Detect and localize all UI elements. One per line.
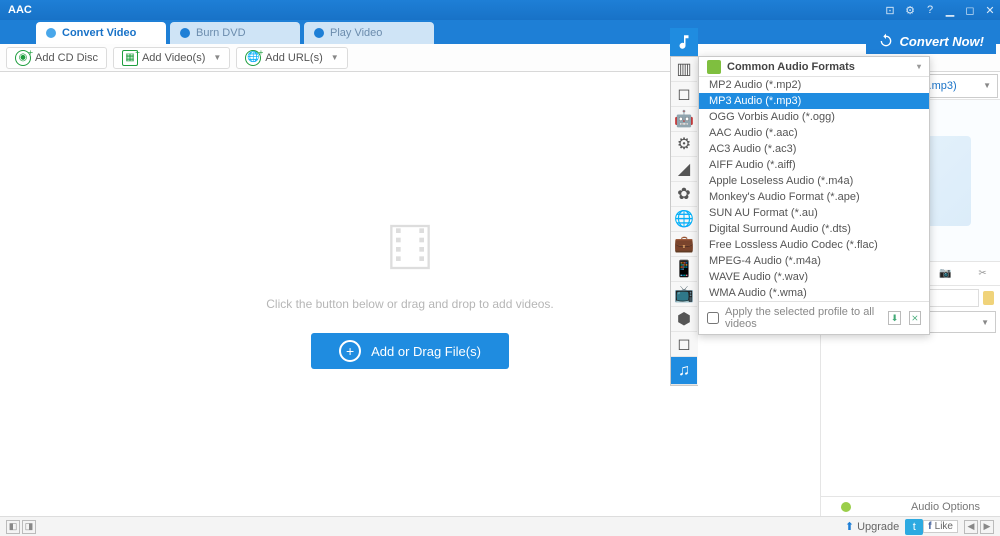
android2-icon[interactable]: ⚙ <box>671 132 697 157</box>
folder-icon[interactable] <box>983 291 994 305</box>
chevron-down-icon: ▼ <box>983 81 991 90</box>
facebook-like-button[interactable]: f Like <box>923 520 958 533</box>
label: Audio Options <box>911 501 980 513</box>
tab-label: Play Video <box>330 27 382 39</box>
app-title: AAC <box>0 4 40 16</box>
profile-panel: Common Audio Formats ▾ MP2 Audio (*.mp2)… <box>698 56 930 335</box>
globe-icon: 🌐+ <box>245 50 261 66</box>
globe-icon[interactable]: 🌐 <box>671 207 697 232</box>
profile-item[interactable]: Monkey's Audio Format (*.ape) <box>699 189 929 205</box>
gear-icon[interactable]: ⚙ <box>901 1 919 19</box>
nav-next-icon[interactable]: ▶ <box>980 520 994 534</box>
blank-icon[interactable]: ◻ <box>671 332 697 357</box>
layout-left-icon[interactable]: ◧ <box>6 520 20 534</box>
help-icon[interactable]: ? <box>921 1 939 19</box>
label: Common Audio Formats <box>727 61 855 73</box>
layout-right-icon[interactable]: ◨ <box>22 520 36 534</box>
nav-prev-icon[interactable]: ◀ <box>964 520 978 534</box>
profile-item[interactable]: Apple Loseless Audio (*.m4a) <box>699 173 929 189</box>
maximize-icon[interactable]: ◻ <box>961 1 979 19</box>
flower-icon[interactable]: ✿ <box>671 182 697 207</box>
chevron-down-icon: ▼ <box>331 53 339 62</box>
twitter-button[interactable]: t <box>905 519 923 535</box>
chevron-down-icon: ▼ <box>213 53 221 62</box>
label: Like <box>935 521 953 532</box>
apple-icon[interactable]: ◻ <box>671 82 697 107</box>
film-placeholder-icon <box>382 219 438 275</box>
add-cd-button[interactable]: ◉+ Add CD Disc <box>6 47 107 69</box>
apply-all-checkbox[interactable] <box>707 312 719 324</box>
btn-label: Add CD Disc <box>35 52 98 64</box>
film-icon: ▦+ <box>122 50 138 66</box>
tab-label: Burn DVD <box>196 27 246 39</box>
profile-item[interactable]: MPEG-4 Audio (*.m4a) <box>699 253 929 269</box>
profile-item[interactable]: WAVE Audio (*.wav) <box>699 269 929 285</box>
refresh-icon <box>878 33 894 49</box>
save-profile-icon[interactable]: ⬇ <box>888 311 900 325</box>
delete-profile-icon[interactable]: ⨯ <box>909 311 921 325</box>
tv-icon[interactable]: 📺 <box>671 282 697 307</box>
profile-item[interactable]: Digital Surround Audio (*.dts) <box>699 221 929 237</box>
profile-item[interactable]: WMA Audio (*.wma) <box>699 285 929 301</box>
facebook-icon: f <box>928 521 931 532</box>
profile-item[interactable]: MP2 Audio (*.mp2) <box>699 77 929 93</box>
profile-item[interactable]: SUN AU Format (*.au) <box>699 205 929 221</box>
tab-play-video[interactable]: Play Video <box>304 22 434 44</box>
profile-item[interactable]: AC3 Audio (*.ac3) <box>699 141 929 157</box>
chevron-down-icon: ▾ <box>917 62 921 71</box>
convert-button[interactable]: Convert Now! <box>866 28 997 54</box>
tab-convert-video[interactable]: Convert Video <box>36 22 166 44</box>
tab-label: Convert Video <box>62 27 136 39</box>
add-file-button[interactable]: + Add or Drag File(s) <box>311 333 509 369</box>
playstation-icon[interactable]: ◢ <box>671 157 697 182</box>
music-icon[interactable]: ♫ <box>671 357 697 385</box>
chart-icon[interactable]: ▥ <box>671 57 697 82</box>
profile-item[interactable]: AIFF Audio (*.aiff) <box>699 157 929 173</box>
tab-dot-icon <box>180 28 190 38</box>
plus-icon: + <box>339 340 361 362</box>
minimize-icon[interactable]: ▁ <box>941 1 959 19</box>
profile-launcher-button[interactable] <box>670 28 698 56</box>
disc-icon: ◉+ <box>15 50 31 66</box>
profile-list: MP2 Audio (*.mp2)MP3 Audio (*.mp3)OGG Vo… <box>699 77 929 301</box>
category-rail: ▥◻🤖⚙◢✿🌐💼📱📺⬢◻♫ <box>670 56 698 386</box>
profile-header[interactable]: Common Audio Formats ▾ <box>699 57 929 77</box>
search-icon[interactable]: ⊡ <box>881 1 899 19</box>
chevron-down-icon: ▼ <box>981 318 989 327</box>
briefcase-icon[interactable]: 💼 <box>671 232 697 257</box>
cut-icon[interactable]: ✂ <box>978 268 986 279</box>
drop-hint: Click the button below or drag and drop … <box>266 297 554 311</box>
close-icon[interactable]: ✕ <box>981 1 999 19</box>
btn-label: Convert Now! <box>900 34 985 49</box>
status-dot-icon <box>841 502 851 512</box>
up-arrow-icon: ⬆ <box>845 520 854 533</box>
btn-label: Add URL(s) <box>265 52 322 64</box>
btn-label: Add or Drag File(s) <box>371 344 481 359</box>
profile-item[interactable]: Free Lossless Audio Codec (*.flac) <box>699 237 929 253</box>
profile-item[interactable]: AAC Audio (*.aac) <box>699 125 929 141</box>
btn-label: Add Video(s) <box>142 52 205 64</box>
status-bar: ◧ ◨ ⬆ Upgrade t f Like ◀ ▶ <box>0 516 1000 536</box>
add-urls-button[interactable]: 🌐+ Add URL(s) ▼ <box>236 47 347 69</box>
camera-icon[interactable]: 📷 <box>939 268 951 279</box>
profile-item[interactable]: MP3 Audio (*.mp3) <box>699 93 929 109</box>
label: Upgrade <box>857 521 899 533</box>
audio-category-icon <box>707 60 721 74</box>
phone-icon[interactable]: 📱 <box>671 257 697 282</box>
tab-dot-icon <box>314 28 324 38</box>
tab-burn-dvd[interactable]: Burn DVD <box>170 22 300 44</box>
profile-item[interactable]: OGG Vorbis Audio (*.ogg) <box>699 109 929 125</box>
add-videos-button[interactable]: ▦+ Add Video(s) ▼ <box>113 47 230 69</box>
titlebar: AAC ⊡ ⚙ ? ▁ ◻ ✕ <box>0 0 1000 20</box>
profile-footer: Apply the selected profile to all videos… <box>699 301 929 334</box>
tab-dot-icon <box>46 28 56 38</box>
audio-options-button[interactable]: Audio Options <box>821 496 1000 516</box>
upgrade-button[interactable]: ⬆ Upgrade <box>839 520 905 533</box>
tab-bar: Convert Video Burn DVD Play Video <box>0 20 1000 44</box>
html5-icon[interactable]: ⬢ <box>671 307 697 332</box>
label: Apply the selected profile to all videos <box>725 306 882 330</box>
android-icon[interactable]: 🤖 <box>671 107 697 132</box>
